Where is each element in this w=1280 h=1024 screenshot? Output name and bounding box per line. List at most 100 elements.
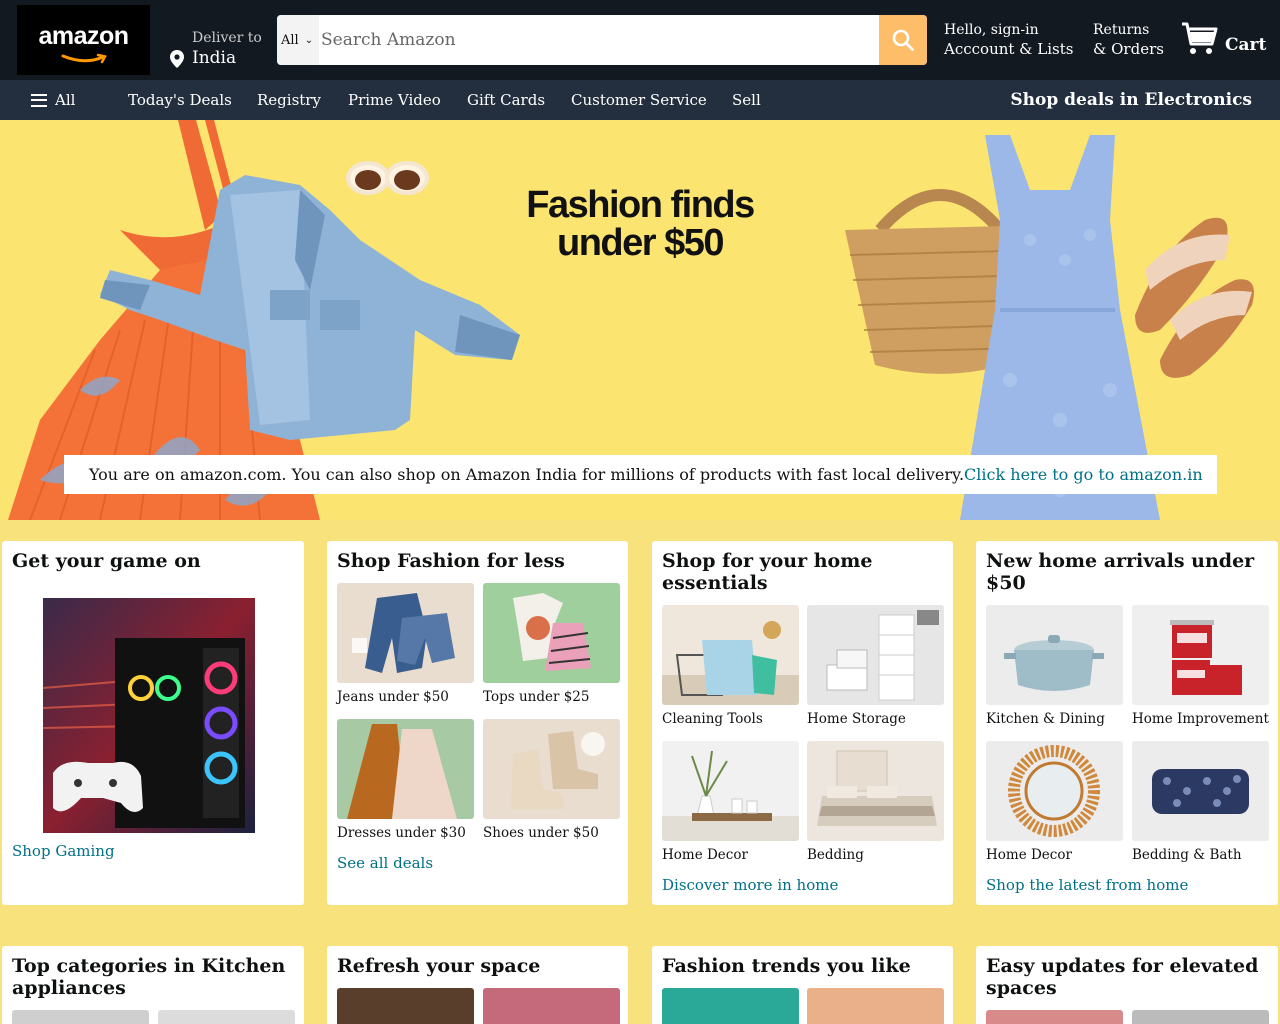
amazon-logo[interactable]: amazon [17, 5, 150, 75]
elevated-spaces-thumb-2[interactable] [1132, 1010, 1269, 1024]
shopping-cart-icon [1182, 22, 1218, 54]
shop-gaming-link[interactable]: Shop Gaming [12, 842, 115, 860]
all-menu-button[interactable]: All [31, 91, 75, 109]
elevated-spaces-card: Easy updates for elevated spaces [976, 946, 1278, 1024]
tile-caption: Shoes under $50 [483, 825, 599, 841]
card-title: Shop for your home essentials [662, 550, 873, 594]
shoes-tile[interactable]: Shoes under $50 [483, 719, 620, 841]
elevated-spaces-thumb-1[interactable] [986, 1010, 1123, 1024]
new-home-arrivals-card: New home arrivals under $50 Kitchen & Di… [976, 541, 1278, 905]
nav-link-prime-video[interactable]: Prime Video [348, 91, 441, 109]
home-essentials-card: Shop for your home essentials Cleaning T… [652, 541, 953, 905]
tops-tile[interactable]: Tops under $25 [483, 583, 620, 705]
notice-text: You are on amazon.com. You can also shop… [89, 465, 965, 484]
jeans-tile[interactable]: Jeans under $50 [337, 583, 474, 705]
discover-more-in-home-link[interactable]: Discover more in home [662, 876, 838, 894]
logo-wordmark: amazon [38, 21, 129, 50]
refresh-your-space-card: Refresh your space [327, 946, 628, 1024]
search-bar: All ⌄ [277, 15, 927, 65]
hamburger-menu-icon [31, 93, 47, 107]
cart-button[interactable]: Cart [1180, 20, 1266, 62]
nav-link-todays-deals[interactable]: Today's Deals [128, 91, 232, 109]
card-title: Fashion trends you like [662, 955, 911, 977]
card-title: Refresh your space [337, 955, 541, 977]
gaming-pc-image[interactable] [43, 598, 255, 833]
all-menu-label: All [55, 91, 76, 109]
home-storage-tile[interactable]: Home Storage [807, 605, 944, 727]
hero-headline: Fashion finds under $50 [520, 186, 760, 262]
nav-link-gift-cards[interactable]: Gift Cards [467, 91, 545, 109]
amazon-india-notice: You are on amazon.com. You can also shop… [64, 455, 1217, 494]
paint-cans-image [1132, 605, 1269, 705]
returns-and-orders[interactable]: Returns & Orders [1093, 22, 1164, 58]
location-pin-icon [170, 50, 184, 68]
kitchen-dining-tile[interactable]: Kitchen & Dining [986, 605, 1123, 727]
tile-caption: Tops under $25 [483, 689, 590, 705]
account-lists-label: Acccount & Lists [944, 40, 1074, 58]
jeans-image [337, 583, 474, 683]
tile-caption: Bedding [807, 847, 864, 863]
home-decor-tile[interactable]: Home Decor [986, 741, 1123, 863]
sandals-image [1135, 217, 1254, 378]
nav-link-customer-service[interactable]: Customer Service [571, 91, 707, 109]
bedding-tile[interactable]: Bedding [807, 741, 944, 863]
account-and-lists[interactable]: Hello, sign-in Acccount & Lists [944, 22, 1074, 58]
dutch-oven-image [986, 605, 1123, 705]
search-button[interactable] [879, 15, 927, 65]
tile-caption: Home Decor [662, 847, 748, 863]
hero-headline-line1: Fashion finds [526, 184, 755, 226]
card-title: Easy updates for elevated spaces [986, 955, 1259, 999]
tile-caption: Home Decor [986, 847, 1072, 863]
search-icon [892, 29, 914, 51]
electronics-deals-promo-link[interactable]: Shop deals in Electronics [1010, 90, 1252, 110]
search-input[interactable] [319, 15, 879, 65]
see-all-deals-link[interactable]: See all deals [337, 854, 433, 872]
tops-image [483, 583, 620, 683]
shop-latest-from-home-link[interactable]: Shop the latest from home [986, 876, 1188, 894]
refresh-thumb-1[interactable] [337, 988, 474, 1024]
home-decor-tile[interactable]: Home Decor [662, 741, 799, 863]
card-title: New home arrivals under $50 [986, 550, 1255, 594]
dresses-image [337, 719, 474, 819]
bedding-image [807, 741, 944, 841]
home-storage-image [807, 605, 944, 705]
tile-caption: Jeans under $50 [337, 689, 449, 705]
fashion-trend-thumb-1[interactable] [662, 988, 799, 1024]
tile-caption: Home Improvement [1132, 711, 1269, 727]
bedding-bath-tile[interactable]: Bedding & Bath [1132, 741, 1269, 863]
orders-label: & Orders [1093, 40, 1164, 58]
refresh-thumb-2[interactable] [483, 988, 620, 1024]
card-title: Shop Fashion for less [337, 550, 565, 572]
chevron-down-icon: ⌄ [304, 34, 314, 46]
fashion-trends-card: Fashion trends you like [652, 946, 953, 1024]
search-category-dropdown[interactable]: All ⌄ [277, 15, 319, 65]
card-title: Get your game on [12, 550, 201, 572]
card-title: Top categories in Kitchen appliances [12, 955, 286, 999]
shoes-image [483, 719, 620, 819]
kitchen-appliance-thumb-1[interactable] [12, 1010, 149, 1024]
cleaning-tools-tile[interactable]: Cleaning Tools [662, 605, 799, 727]
fashion-trend-thumb-2[interactable] [807, 988, 944, 1024]
gaming-pc-illustration [43, 598, 255, 833]
sunburst-mirror-image [986, 741, 1123, 841]
sunglasses-image [346, 161, 429, 195]
home-improvement-tile[interactable]: Home Improvement [1132, 605, 1269, 727]
top-navigation-bar: amazon Deliver to India All ⌄ Hello, sig… [0, 0, 1280, 80]
go-to-amazon-in-link[interactable]: Click here to go to amazon.in [964, 465, 1203, 484]
nav-link-registry[interactable]: Registry [257, 91, 321, 109]
nav-link-sell[interactable]: Sell [732, 91, 761, 109]
hero-banner[interactable]: Fashion finds under $50 You are on amazo… [0, 120, 1280, 520]
cart-label: Cart [1225, 35, 1267, 55]
logo-smile-arrow-icon [61, 53, 107, 64]
tile-caption: Kitchen & Dining [986, 711, 1105, 727]
secondary-navigation-bar: All Today's Deals Registry Prime Video G… [0, 80, 1280, 120]
kitchen-appliance-thumb-2[interactable] [158, 1010, 295, 1024]
fashion-for-less-card: Shop Fashion for less Jeans under $50 To… [327, 541, 628, 905]
kitchen-appliances-card: Top categories in Kitchen appliances [2, 946, 304, 1024]
cleaning-tools-image [662, 605, 799, 705]
dresses-tile[interactable]: Dresses under $30 [337, 719, 474, 841]
tile-caption: Dresses under $30 [337, 825, 466, 841]
tile-caption: Cleaning Tools [662, 711, 763, 727]
account-greeting: Hello, sign-in [944, 22, 1039, 38]
deliver-to-label: Deliver to [192, 30, 262, 46]
